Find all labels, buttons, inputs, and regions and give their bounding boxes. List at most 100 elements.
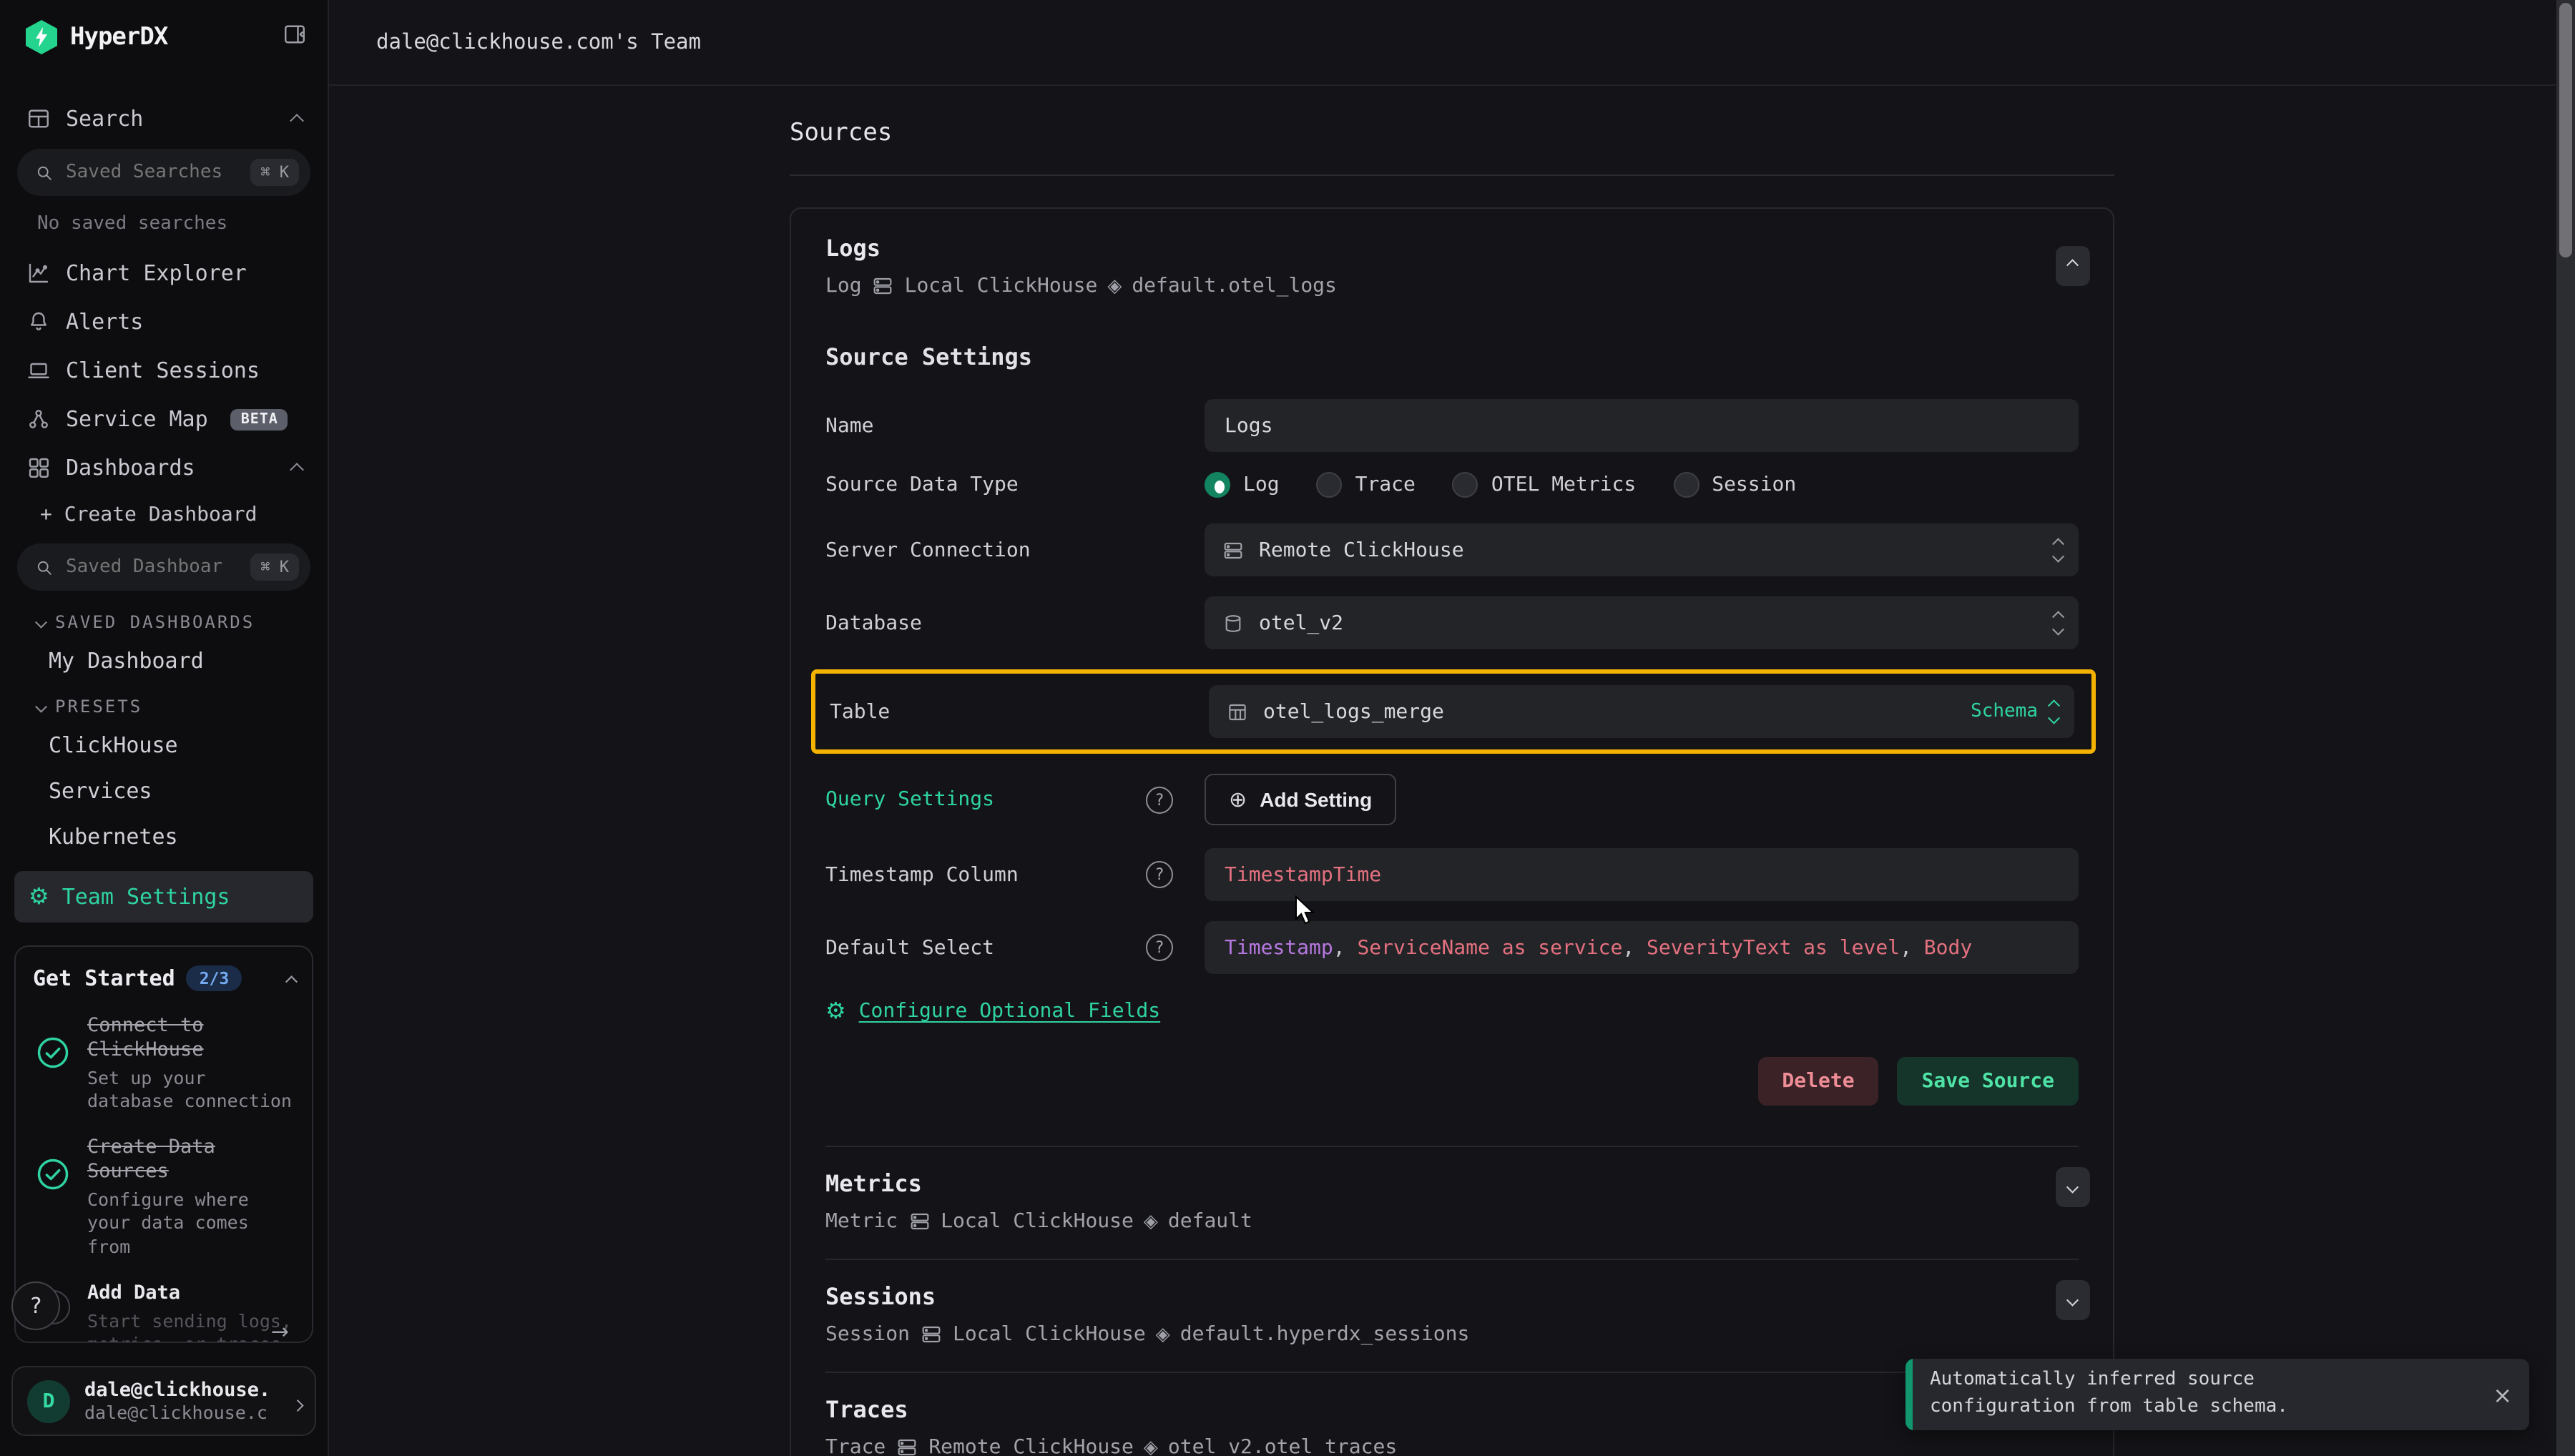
radio-session[interactable]: Session <box>1673 472 1796 498</box>
vertical-scrollbar[interactable] <box>2556 0 2575 1456</box>
name-label: Name <box>825 414 1205 437</box>
sidebar-item-kubernetes[interactable]: Kubernetes <box>14 814 313 860</box>
save-source-button[interactable]: Save Source <box>1898 1057 2079 1106</box>
schema-button[interactable]: Schema <box>1971 701 2057 722</box>
help-circle-icon[interactable]: ? <box>1146 861 1173 888</box>
profile-name: dale@clickhouse.… <box>84 1379 268 1402</box>
get-started-step-3[interactable]: 3 Add Data Start sending logs, metrics, … <box>33 1282 295 1344</box>
arrow-right-icon: → <box>271 1319 289 1344</box>
chevron-up-icon[interactable] <box>292 106 302 132</box>
sidebar-item-client-sessions[interactable]: Client Sessions <box>14 346 313 395</box>
sql-token: ServiceName as service <box>1357 936 1622 959</box>
collapse-sidebar-icon[interactable] <box>282 21 308 53</box>
sidebar-item-alerts[interactable]: Alerts <box>14 297 313 346</box>
scrollbar-thumb[interactable] <box>2559 3 2572 257</box>
help-circle-icon[interactable]: ? <box>1146 934 1173 961</box>
delete-button[interactable]: Delete <box>1757 1057 1878 1106</box>
get-started-title: Get Started <box>33 965 175 990</box>
create-dashboard-button[interactable]: + Create Dashboard <box>14 492 313 538</box>
get-started-header[interactable]: Get Started 2/3 <box>33 964 295 991</box>
sidebar-item-team-settings[interactable]: ⚙ Team Settings <box>14 871 313 923</box>
chevron-up-icon[interactable] <box>292 455 302 481</box>
schema-diamond-icon: ◈ <box>1144 1211 1158 1232</box>
saved-searches-input[interactable] <box>66 162 223 183</box>
add-setting-button[interactable]: ⊕ Add Setting <box>1205 774 1396 825</box>
name-row: Name <box>825 399 2079 452</box>
radio-label: Session <box>1712 473 1796 496</box>
server-connection-select[interactable]: Remote ClickHouse <box>1205 523 2079 576</box>
sidebar-item-chart-explorer[interactable]: Chart Explorer <box>14 249 313 297</box>
toast-message: Automatically inferred source configurat… <box>1913 1367 2422 1421</box>
presets-group[interactable]: PRESETS <box>14 684 313 722</box>
configure-optional-fields-link[interactable]: Configure Optional Fields <box>859 1000 1160 1023</box>
add-setting-label: Add Setting <box>1260 788 1372 811</box>
gear-icon: ⚙ <box>29 885 49 908</box>
close-icon[interactable]: × <box>2493 1381 2512 1408</box>
configure-optional-fields-row: ⚙ Configure Optional Fields <box>825 1000 2079 1023</box>
traces-subline: Trace Remote ClickHouse ◈ otel_v2.otel_t… <box>825 1436 2079 1456</box>
avatar: D <box>27 1379 70 1422</box>
source-connection: Remote ClickHouse <box>928 1436 1134 1456</box>
sessions-subline: Session Local ClickHouse ◈ default.hyper… <box>825 1323 2079 1346</box>
sql-token: , <box>1333 936 1358 959</box>
sidebar-item-label: Team Settings <box>62 884 230 910</box>
sidebar-item-label: Dashboards <box>66 455 195 481</box>
table-row: Table otel_logs_merge Schema <box>830 685 2074 738</box>
source-type: Trace <box>825 1436 886 1456</box>
table-select[interactable]: otel_logs_merge Schema <box>1209 685 2074 738</box>
timestamp-column-input[interactable]: TimestampTime <box>1205 848 2079 901</box>
profile-card[interactable]: D dale@clickhouse.… dale@clickhouse.c… <box>11 1366 316 1436</box>
sidebar-item-label: Chart Explorer <box>66 260 247 286</box>
sql-token: Body <box>1924 936 1972 959</box>
sidebar-item-services[interactable]: Services <box>14 768 313 814</box>
sidebar-item-my-dashboard[interactable]: My Dashboard <box>14 638 313 684</box>
sidebar: HyperDX Search ⌘ K No saved searches Cha… <box>0 0 329 1456</box>
radio-otel-metrics[interactable]: OTEL Metrics <box>1453 472 1636 498</box>
sidebar-item-dashboards[interactable]: Dashboards <box>14 443 313 492</box>
radio-log[interactable]: Log <box>1205 472 1280 498</box>
default-select-row: Default Select ? Timestamp, ServiceName … <box>825 921 2079 974</box>
server-connection-row: Server Connection Remote ClickHouse <box>825 523 2079 576</box>
saved-dashboards-input-wrap[interactable]: ⌘ K <box>17 543 310 591</box>
help-circle-icon[interactable]: ? <box>1146 786 1173 813</box>
help-button[interactable]: ? <box>11 1282 60 1330</box>
step-desc: Set up your database connection <box>87 1067 295 1113</box>
expand-sessions-button[interactable] <box>2056 1280 2090 1320</box>
main-area: dale@clickhouse.com's Team Sources Logs … <box>329 0 2575 1456</box>
database-select[interactable]: otel_v2 <box>1205 596 2079 649</box>
schema-button-label: Schema <box>1971 701 2038 722</box>
sidebar-item-clickhouse[interactable]: ClickHouse <box>14 722 313 768</box>
schema-diamond-icon: ◈ <box>1107 275 1122 297</box>
saved-dashboards-input[interactable] <box>66 556 223 578</box>
saved-searches-input-wrap[interactable]: ⌘ K <box>17 149 310 196</box>
table-icon <box>1226 700 1249 723</box>
team-title: dale@clickhouse.com's Team <box>376 31 701 54</box>
chevron-up-icon[interactable] <box>287 964 295 991</box>
service-map-icon <box>26 406 52 432</box>
default-select-input[interactable]: Timestamp, ServiceName as service, Sever… <box>1205 921 2079 974</box>
collapse-logs-button[interactable] <box>2056 246 2090 286</box>
expand-metrics-button[interactable] <box>2056 1167 2090 1207</box>
sidebar-item-service-map[interactable]: Service Map BETA <box>14 395 313 443</box>
saved-dashboards-group[interactable]: SAVED DASHBOARDS <box>14 599 313 638</box>
source-data-type-label: Source Data Type <box>825 473 1205 496</box>
server-icon <box>920 1323 943 1346</box>
get-started-step-2[interactable]: Create Data Sources Configure where your… <box>33 1136 295 1259</box>
profile-email: dale@clickhouse.c… <box>84 1402 268 1423</box>
get-started-step-1[interactable]: Connect to ClickHouse Set up your databa… <box>33 1014 295 1113</box>
mouse-cursor <box>1295 895 1316 925</box>
shortcut-badge: ⌘ K <box>250 554 299 581</box>
search-icon <box>34 557 54 577</box>
sql-token: Timestamp <box>1225 936 1333 959</box>
sidebar-item-search[interactable]: Search <box>14 94 313 143</box>
source-type: Session <box>825 1323 910 1346</box>
timestamp-column-row: Timestamp Column ? TimestampTime <box>825 848 2079 901</box>
content-scroll-area[interactable]: Sources Logs Log Local ClickHouse ◈ defa… <box>329 86 2575 1456</box>
name-input[interactable] <box>1205 399 2079 452</box>
toast-notification: Automatically inferred source configurat… <box>1906 1359 2529 1430</box>
beta-badge: BETA <box>231 408 288 430</box>
timestamp-column-value: TimestampTime <box>1225 863 1381 886</box>
gear-icon: ⚙ <box>825 1000 846 1023</box>
progress-badge: 2/3 <box>187 965 242 990</box>
radio-trace[interactable]: Trace <box>1317 472 1416 498</box>
